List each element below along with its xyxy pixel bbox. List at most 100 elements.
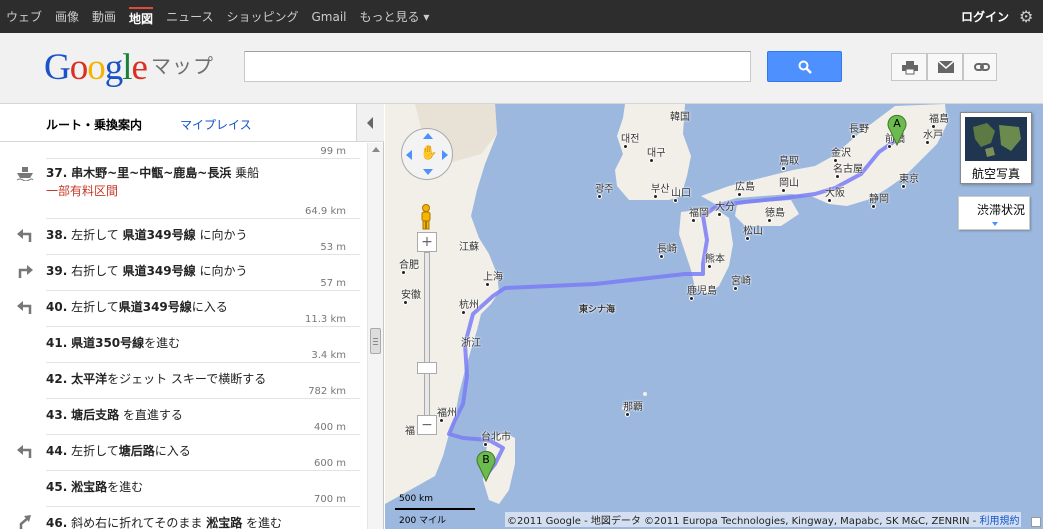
map-label: 鹿児島 bbox=[687, 286, 717, 297]
map-scale: 500 km 200 マイル bbox=[395, 492, 475, 526]
top-nav-item[interactable]: ニュース bbox=[166, 8, 213, 25]
pan-up-icon[interactable] bbox=[423, 133, 433, 139]
city-dot bbox=[833, 158, 838, 163]
top-nav-item[interactable]: Gmail bbox=[311, 10, 346, 24]
step-divider bbox=[46, 326, 360, 327]
mail-button[interactable] bbox=[927, 53, 963, 81]
top-nav-item[interactable]: ウェブ bbox=[6, 8, 42, 25]
step-text-part: 串木野~里~中甑~鹿島~長浜 bbox=[71, 166, 232, 180]
login-link[interactable]: ログイン bbox=[961, 8, 1009, 25]
link-button[interactable] bbox=[963, 53, 997, 81]
zoom-slider-handle[interactable] bbox=[417, 362, 437, 374]
step-divider bbox=[46, 218, 360, 219]
map-label: 静岡 bbox=[869, 194, 889, 205]
map-label: 松山 bbox=[743, 226, 763, 237]
gear-icon[interactable]: ⚙ bbox=[1019, 8, 1035, 25]
city-dot bbox=[439, 418, 444, 423]
traffic-button[interactable]: 渋滞状況 bbox=[958, 196, 1030, 230]
top-nav-links: ウェブ 画像 動画 地図 ニュース ショッピング Gmail もっと見る ▾ bbox=[6, 0, 442, 33]
map-label: 長崎 bbox=[657, 244, 677, 255]
terms-link[interactable]: 利用規約 bbox=[979, 516, 1019, 527]
search-button[interactable] bbox=[767, 51, 842, 82]
top-nav-item[interactable]: 地図 bbox=[129, 6, 154, 27]
map-label: 水戸 bbox=[923, 130, 943, 141]
map-label: 福 bbox=[405, 426, 415, 437]
step-divider bbox=[46, 398, 360, 399]
step-divider bbox=[46, 506, 360, 507]
direction-step[interactable]: 64.9 km 38. 左折して 県道349号線 に向かう bbox=[0, 203, 360, 242]
city-dot bbox=[925, 140, 930, 145]
city-dot bbox=[827, 198, 832, 203]
top-nav-item[interactable]: もっと見る ▾ bbox=[360, 8, 430, 25]
map-label: 杭州 bbox=[459, 300, 479, 311]
map-label: 福島 bbox=[929, 114, 949, 125]
city-dot bbox=[767, 218, 772, 223]
top-nav-item[interactable]: 動画 bbox=[92, 8, 116, 25]
step-distance: 3.4 km bbox=[311, 350, 346, 361]
map-label: 那覇 bbox=[623, 402, 643, 413]
map-label: 鳥取 bbox=[779, 156, 799, 167]
step-distance: 700 m bbox=[313, 494, 346, 505]
zoom-in-button[interactable]: + bbox=[417, 232, 437, 252]
map-label: 広島 bbox=[735, 182, 755, 193]
city-dot bbox=[781, 188, 786, 193]
map-label: 東シナ海 bbox=[579, 305, 616, 315]
pan-left-icon[interactable] bbox=[406, 150, 412, 160]
pan-control[interactable]: ✋ bbox=[401, 128, 453, 180]
step-note: 一部有料区間 bbox=[46, 184, 119, 198]
satellite-view-button[interactable]: 航空写真 bbox=[960, 112, 1032, 184]
step-number: 37. bbox=[46, 166, 68, 180]
zoom-slider-track[interactable] bbox=[424, 252, 430, 418]
pan-right-icon[interactable] bbox=[442, 150, 448, 160]
collapse-sidebar-button[interactable] bbox=[356, 104, 384, 142]
direction-step[interactable]: 57 m 40. 左折して県道349号線に入る bbox=[0, 275, 360, 314]
sidebar-tabs: ルート・乗換案内 マイプレイス bbox=[0, 104, 356, 142]
direction-step[interactable]: 11.3 km 41. 県道350号線を進む bbox=[0, 311, 360, 350]
map-label: 上海 bbox=[483, 272, 503, 283]
top-navigation-bar: ウェブ 画像 動画 地図 ニュース ショッピング Gmail もっと見る ▾ ログイン ⚙ bbox=[0, 0, 1043, 33]
scroll-up-arrow[interactable] bbox=[372, 147, 380, 152]
zoom-out-button[interactable]: − bbox=[417, 415, 437, 435]
direction-step[interactable]: 782 km 43. 塘后支路 を直進する bbox=[0, 383, 360, 422]
direction-step[interactable]: 99 m 37. 串木野~里~中甑~鹿島~長浜 乗船 一部有料区間 bbox=[0, 143, 360, 203]
city-dot bbox=[483, 442, 488, 447]
route-marker-b[interactable]: B bbox=[475, 448, 497, 482]
route-marker-a[interactable]: A bbox=[886, 112, 908, 146]
city-dot bbox=[871, 204, 876, 209]
direction-step[interactable]: 600 m 45. 淞宝路を進む bbox=[0, 455, 360, 494]
step-text-part: 乗船 bbox=[231, 166, 260, 180]
direction-step[interactable]: 400 m 44. 左折して塘后路に入る bbox=[0, 419, 360, 458]
link-icon bbox=[974, 63, 990, 71]
marker-a-label: A bbox=[893, 117, 901, 130]
hand-icon: ✋ bbox=[420, 145, 438, 161]
direction-step[interactable]: 700 m 46. 斜め右に折れてそのまま 淞宝路 を進む bbox=[0, 491, 360, 529]
pan-down-icon[interactable] bbox=[423, 169, 433, 175]
top-nav-item[interactable]: 画像 bbox=[55, 8, 79, 25]
tab-myplaces[interactable]: マイプレイス bbox=[180, 116, 252, 133]
sidebar: ルート・乗換案内 マイプレイス 99 m 37. 串木野~里~中甑~鹿島~長浜 乗… bbox=[0, 104, 384, 529]
search-input[interactable] bbox=[244, 51, 751, 82]
overview-toggle[interactable] bbox=[1031, 517, 1041, 527]
print-icon bbox=[902, 61, 918, 75]
scale-mi: 200 マイル bbox=[399, 516, 447, 526]
step-distance: 600 m bbox=[313, 458, 346, 469]
scroll-thumb[interactable] bbox=[370, 328, 381, 354]
direction-step[interactable]: 3.4 km 42. 太平洋をジェット スキーで横断する bbox=[0, 347, 360, 386]
tab-route[interactable]: ルート・乗換案内 bbox=[46, 116, 142, 133]
step-distance: 400 m bbox=[313, 422, 346, 433]
traffic-label: 渋滞状況 bbox=[977, 203, 1026, 217]
map-label: 대전 bbox=[621, 134, 640, 145]
google-maps-logo[interactable]: Google マップ bbox=[44, 46, 214, 89]
map-label: 長野 bbox=[849, 124, 869, 135]
steps-scrollbar[interactable] bbox=[367, 143, 383, 529]
direction-step[interactable]: 53 m 39. 右折して 県道349号線 に向かう bbox=[0, 239, 360, 278]
step-divider bbox=[46, 290, 360, 291]
city-dot bbox=[717, 212, 722, 217]
city-dot bbox=[851, 134, 856, 139]
map-canvas[interactable]: 韓国대전대구광주부산山口広島鳥取岡山大阪名古屋長野前橋福島水戸東京静岡金沢福岡大… bbox=[385, 104, 1043, 529]
map-label: 韓国 bbox=[670, 112, 690, 123]
top-nav-item[interactable]: ショッピング bbox=[226, 8, 298, 25]
print-button[interactable] bbox=[891, 53, 927, 81]
pegman-icon[interactable] bbox=[419, 204, 433, 230]
step-divider bbox=[46, 434, 360, 435]
